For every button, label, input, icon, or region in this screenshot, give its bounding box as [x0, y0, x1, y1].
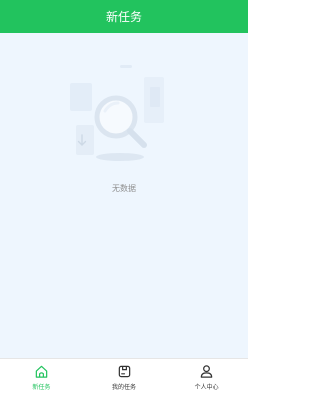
empty-state-text: 无数据	[112, 184, 136, 193]
empty-state-illustration	[70, 65, 164, 161]
app-header: 新任务	[0, 0, 248, 33]
bottom-tabbar: 新任务 我的任务 个人中心	[0, 358, 248, 408]
tab-new-task[interactable]: 新任务	[0, 359, 83, 408]
main-content: 无数据	[0, 33, 248, 358]
tab-my-tasks-label: 我的任务	[112, 384, 137, 391]
home-icon	[35, 365, 48, 378]
tab-new-task-label: 新任务	[32, 384, 51, 391]
tab-profile[interactable]: 个人中心	[165, 359, 248, 408]
person-icon	[200, 365, 213, 378]
task-box-icon	[118, 365, 130, 378]
tab-my-tasks[interactable]: 我的任务	[83, 359, 166, 408]
page-title: 新任务	[105, 10, 142, 24]
tab-profile-label: 个人中心	[194, 384, 219, 391]
